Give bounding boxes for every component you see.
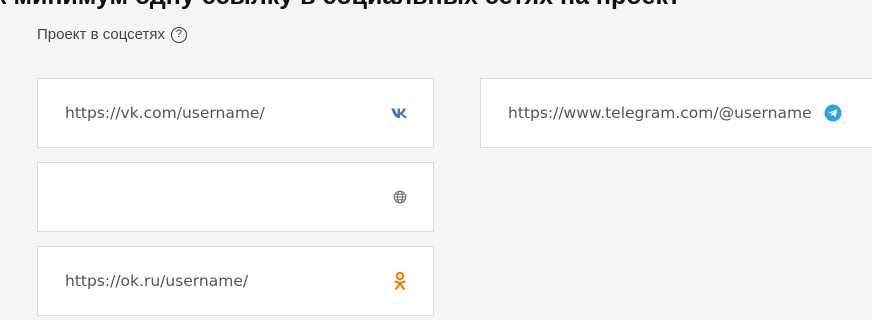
page-heading-strip: к минимум одну ссылку в социальных сетях… [0,0,872,9]
telegram-icon [820,104,846,122]
telegram-link-input[interactable] [481,79,820,147]
website-link-field [37,162,434,232]
help-icon[interactable]: ? [170,26,187,43]
telegram-link-field [480,78,872,148]
odnoklassniki-icon [387,271,413,291]
page-heading: к минимум одну ссылку в социальных сетях… [0,0,680,9]
odnoklassniki-link-field [37,246,434,316]
vk-link-input[interactable] [38,79,387,147]
globe-icon [387,190,413,204]
section-title: Проект в соцсетях ? [37,26,187,43]
odnoklassniki-link-input[interactable] [38,247,387,315]
website-link-input[interactable] [38,163,387,231]
vk-icon [387,107,413,119]
vk-link-field [37,78,434,148]
section-title-label: Проект в соцсетях [37,26,165,43]
